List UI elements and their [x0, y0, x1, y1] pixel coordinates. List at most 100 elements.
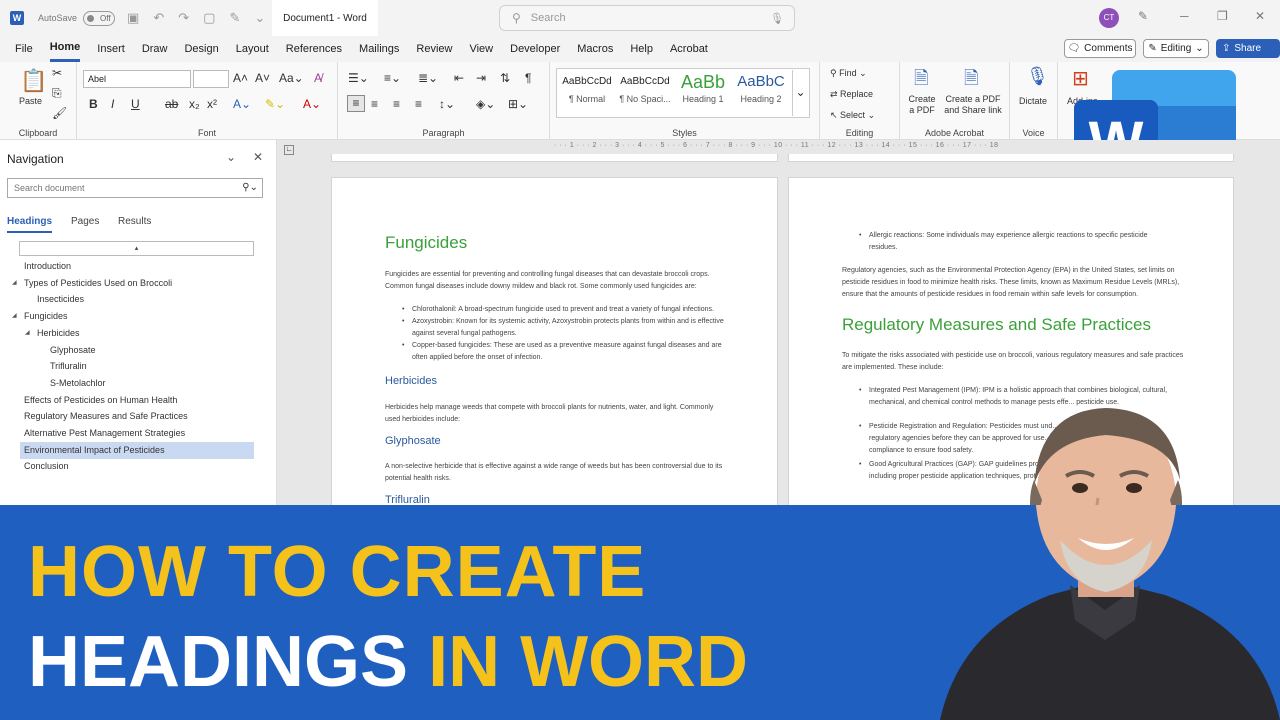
- minimize-icon[interactable]: ─: [1180, 9, 1189, 23]
- menu-tab-insert[interactable]: Insert: [97, 36, 125, 62]
- increase-indent-icon[interactable]: ⇥: [476, 71, 486, 85]
- style-heading-1[interactable]: AaBb Heading 1: [674, 70, 732, 114]
- nav-heading-item[interactable]: Environmental Impact of Pesticides: [20, 441, 254, 459]
- chevron-down-icon[interactable]: ⌄: [226, 150, 236, 164]
- dictate-icon[interactable]: 🎙: [1026, 66, 1049, 87]
- regulatory-agencies-text[interactable]: Regulatory agencies, such as the Environ…: [842, 265, 1187, 301]
- multilevel-list-icon[interactable]: ≣⌄: [418, 71, 438, 85]
- create-pdf-icon[interactable]: 🗎: [914, 66, 928, 96]
- bold-icon[interactable]: B: [89, 97, 98, 111]
- style-heading-2[interactable]: AaBbC Heading 2: [732, 70, 790, 114]
- heading-regulatory-measures[interactable]: Regulatory Measures and Safe Practices: [842, 315, 1151, 335]
- menu-tab-acrobat[interactable]: Acrobat: [670, 36, 708, 62]
- close-pane-icon[interactable]: ✕: [253, 150, 263, 164]
- designer-icon[interactable]: ✎: [1138, 9, 1148, 23]
- bullet-chlorothalonil[interactable]: Chlorothalonil: A broad-spectrum fungici…: [412, 304, 732, 316]
- align-right-icon[interactable]: ≡: [393, 97, 400, 111]
- font-color-icon[interactable]: A⌄: [303, 97, 321, 111]
- comments-button[interactable]: 🗨 Comments: [1064, 39, 1136, 58]
- create-share-button[interactable]: Create a PDF and Share link: [942, 94, 1004, 116]
- paste-button[interactable]: Paste: [19, 96, 42, 106]
- nav-heading-item[interactable]: Types of Pesticides Used on Broccoli: [24, 275, 172, 292]
- save-icon[interactable]: ▣: [127, 10, 139, 26]
- search-icon[interactable]: ⚲⌄: [242, 179, 258, 197]
- heading-fungicides[interactable]: Fungicides: [385, 233, 467, 253]
- menu-tab-design[interactable]: Design: [184, 36, 218, 62]
- subscript-icon[interactable]: x₂: [189, 97, 200, 111]
- select-button[interactable]: ↖ Select ⌄: [830, 110, 875, 121]
- create-pdf-button[interactable]: Create a PDF: [906, 94, 938, 116]
- close-icon[interactable]: ✕: [1255, 9, 1265, 23]
- bullets-icon[interactable]: ☰⌄: [348, 71, 369, 85]
- find-button[interactable]: ⚲ Find ⌄: [830, 68, 867, 79]
- tab-selector-icon[interactable]: ∟: [284, 145, 294, 155]
- strikethrough-icon[interactable]: ab: [165, 97, 178, 111]
- styles-more-icon[interactable]: ⌄: [792, 70, 808, 116]
- format-painter-icon[interactable]: 🖌: [52, 106, 67, 120]
- search-document-input[interactable]: Search document ⚲⌄: [7, 178, 263, 198]
- highlight-icon[interactable]: ✎⌄: [265, 97, 285, 111]
- font-size-select[interactable]: [193, 70, 229, 88]
- shading-icon[interactable]: ◈⌄: [476, 97, 495, 111]
- nav-heading-item[interactable]: Effects of Pesticides on Human Health: [24, 392, 177, 409]
- bullet-copper[interactable]: Copper-based fungicides: These are used …: [412, 340, 732, 364]
- nav-heading-item[interactable]: Regulatory Measures and Safe Practices: [24, 408, 188, 425]
- maximize-icon[interactable]: ❐: [1217, 9, 1228, 23]
- bullet-azoxystrobin[interactable]: Azoxystrobin: Known for its systemic act…: [412, 316, 732, 340]
- sort-icon[interactable]: ⇅: [500, 71, 510, 85]
- show-formatting-icon[interactable]: ¶: [525, 71, 531, 85]
- customize-qat-icon[interactable]: ⌄: [254, 10, 265, 26]
- clear-formatting-icon[interactable]: A̸: [314, 71, 322, 85]
- decrease-indent-icon[interactable]: ⇤: [454, 71, 464, 85]
- shrink-font-icon[interactable]: A˅: [255, 71, 270, 85]
- align-left-icon[interactable]: ≡: [347, 95, 365, 112]
- nav-heading-item[interactable]: Introduction: [24, 258, 71, 275]
- expand-triangle-icon[interactable]: ◢: [25, 329, 30, 336]
- paste-icon[interactable]: 📋: [20, 68, 47, 94]
- collapse-all-bar[interactable]: ▴: [19, 241, 254, 256]
- menu-tab-draw[interactable]: Draw: [142, 36, 168, 62]
- bullet-allergic[interactable]: Allergic reactions: Some individuals may…: [869, 230, 1174, 254]
- italic-icon[interactable]: I: [111, 97, 114, 111]
- dictate-button[interactable]: Dictate: [1019, 96, 1047, 106]
- nav-heading-item[interactable]: Fungicides: [24, 308, 68, 325]
- menu-tab-help[interactable]: Help: [630, 36, 653, 62]
- nav-heading-item[interactable]: Insecticides: [37, 291, 84, 308]
- nav-heading-item[interactable]: Alternative Pest Management Strategies: [24, 425, 185, 442]
- microphone-icon[interactable]: 🎙: [770, 12, 784, 25]
- text-effects-icon[interactable]: A⌄: [233, 97, 251, 111]
- nav-heading-item[interactable]: Trifluralin: [50, 358, 87, 375]
- regulatory-intro[interactable]: To mitigate the risks associated with pe…: [842, 350, 1187, 374]
- change-case-icon[interactable]: Aa⌄: [279, 71, 304, 85]
- editing-mode-button[interactable]: ✎ Editing ⌄: [1143, 39, 1209, 58]
- nav-heading-item[interactable]: Glyphosate: [50, 342, 96, 359]
- justify-icon[interactable]: ≡: [415, 97, 422, 111]
- autosave-toggle[interactable]: Off: [83, 10, 116, 26]
- redo-icon[interactable]: ↷: [178, 10, 189, 26]
- menu-tab-file[interactable]: File: [15, 36, 33, 62]
- menu-tab-view[interactable]: View: [469, 36, 493, 62]
- replace-button[interactable]: ⇄ Replace: [830, 89, 873, 100]
- style-no-spacing[interactable]: AaBbCcDd ¶ No Spaci...: [616, 70, 674, 114]
- fungicides-intro[interactable]: Fungicides are essential for preventing …: [385, 269, 730, 293]
- tab-pages[interactable]: Pages: [71, 216, 99, 227]
- cut-icon[interactable]: ✂: [52, 66, 62, 80]
- menu-tab-home[interactable]: Home: [49, 36, 81, 62]
- share-button[interactable]: ⇪ Share: [1216, 39, 1280, 58]
- underline-icon[interactable]: U: [131, 97, 140, 111]
- borders-icon[interactable]: ⊞⌄: [508, 97, 528, 111]
- menu-tab-macros[interactable]: Macros: [577, 36, 613, 62]
- align-center-icon[interactable]: ≡: [371, 97, 378, 111]
- tab-results[interactable]: Results: [118, 216, 151, 227]
- nav-heading-item[interactable]: S-Metolachlor: [50, 375, 106, 392]
- print-preview-icon[interactable]: ▢: [203, 10, 215, 26]
- copy-icon[interactable]: ⎘: [52, 86, 62, 101]
- undo-icon[interactable]: ↶: [153, 10, 164, 26]
- menu-tab-mailings[interactable]: Mailings: [359, 36, 399, 62]
- style-normal[interactable]: AaBbCcDd ¶ Normal: [558, 70, 616, 114]
- superscript-icon[interactable]: x²: [207, 97, 217, 111]
- tab-headings[interactable]: Headings: [7, 216, 53, 233]
- menu-tab-references[interactable]: References: [286, 36, 342, 62]
- numbering-icon[interactable]: ≡⌄: [384, 71, 401, 85]
- menu-tab-developer[interactable]: Developer: [510, 36, 560, 62]
